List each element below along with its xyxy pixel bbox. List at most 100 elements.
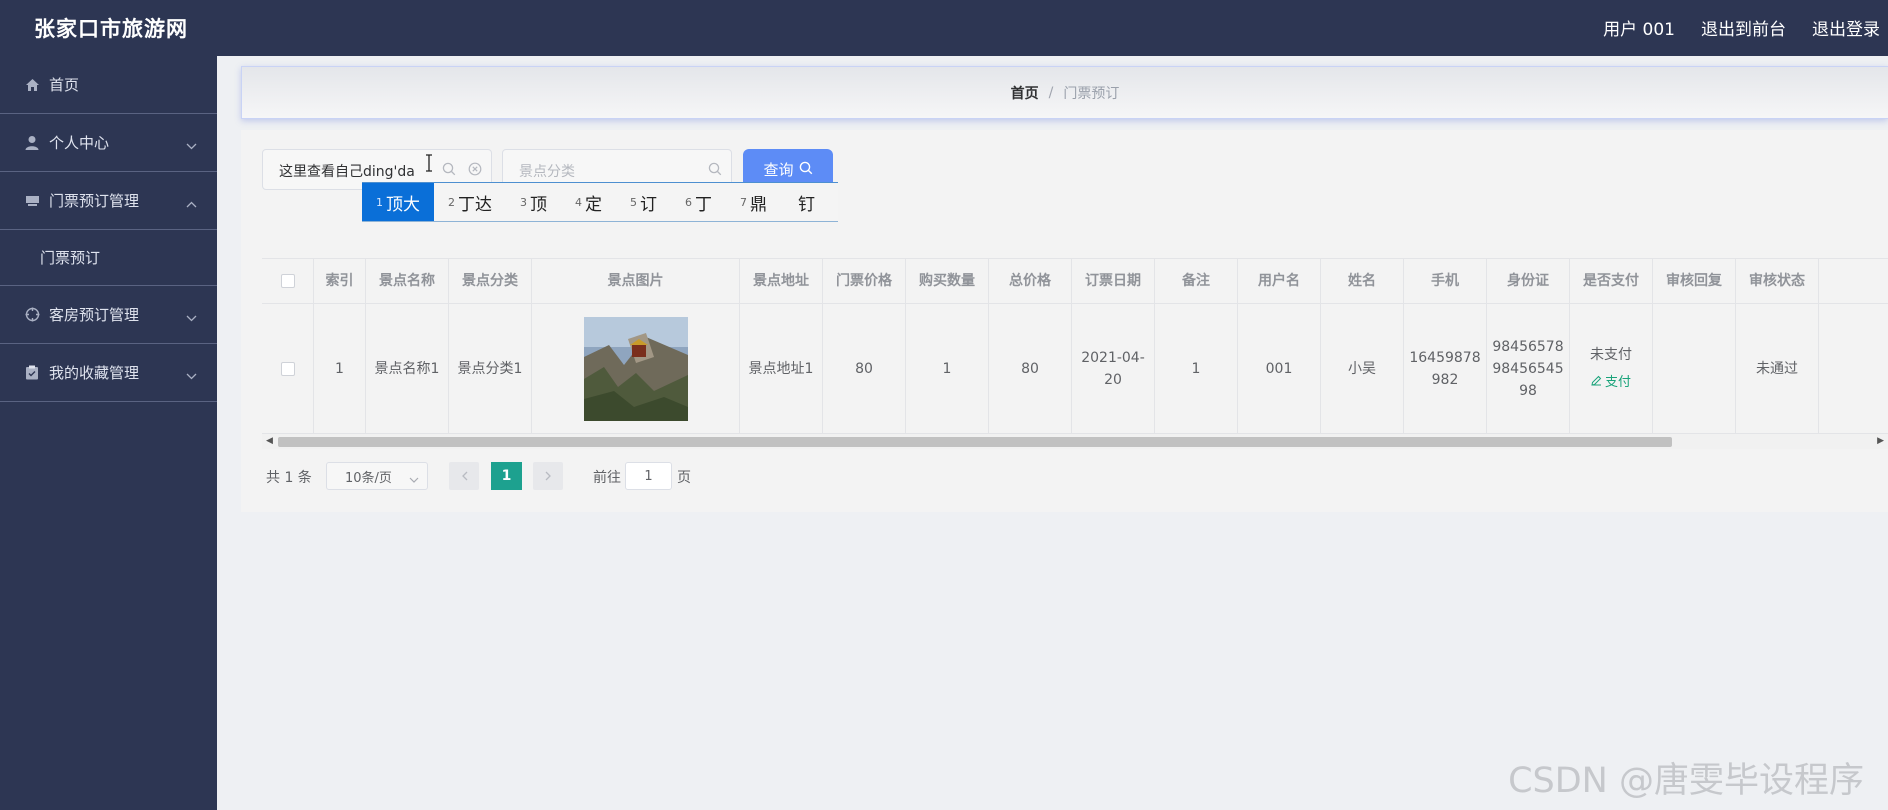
back-to-frontend-link[interactable]: 退出到前台 <box>1701 15 1786 40</box>
chevron-right-icon <box>545 471 551 481</box>
chevron-down-icon <box>186 308 197 326</box>
column-header: 身份证 <box>1487 259 1570 303</box>
table-header: 索引 景点名称 景点分类 景点图片 景点地址 门票价格 购买数量 总价格 订票日… <box>262 259 1888 304</box>
ime-candidate[interactable]: 3顶 <box>506 183 561 221</box>
top-bar: 张家口市旅游网 用户 001 退出到前台 退出登录 <box>0 0 1888 56</box>
user-link[interactable]: 用户 001 <box>1603 15 1675 40</box>
page-number-current[interactable]: 1 <box>491 462 522 490</box>
sidebar-item-label: 个人中心 <box>49 134 110 152</box>
ime-candidate-bar: 1 顶大 2 丁达 3顶 4定 5订 6丁 7鼎 钉 <box>362 182 838 222</box>
column-header: 景点图片 <box>532 259 740 303</box>
logout-link[interactable]: 退出登录 <box>1812 15 1880 40</box>
column-header: 总价格 <box>989 259 1072 303</box>
clipboard-icon <box>24 365 40 381</box>
breadcrumb-home[interactable]: 首页 <box>1011 83 1039 103</box>
ime-candidate[interactable]: 2 丁达 <box>434 183 506 221</box>
chevron-down-icon <box>186 366 197 384</box>
home-icon <box>24 77 40 93</box>
cell-actions <box>1819 304 1888 433</box>
cell-ticket-price: 80 <box>823 304 906 433</box>
cell-scenic-name: 景点名称1 <box>366 304 449 433</box>
column-header: 景点分类 <box>449 259 532 303</box>
pagination-total: 共 1 条 <box>266 470 312 486</box>
ime-candidate[interactable]: 1 顶大 <box>362 183 434 221</box>
payment-status: 未支付 <box>1590 346 1632 363</box>
select-all-checkbox[interactable] <box>280 274 295 288</box>
watermark: CSDN @唐雯毕设程序 <box>1508 761 1864 801</box>
breadcrumb-current: 门票预订 <box>1063 85 1120 102</box>
page-suffix: 页 <box>677 470 691 486</box>
sidebar-item-label: 我的收藏管理 <box>49 364 140 382</box>
scroll-right-icon[interactable]: ▶ <box>1877 436 1884 446</box>
text-cursor-icon <box>424 154 434 176</box>
sidebar-subitem-ticket-booking[interactable]: 门票预订 <box>0 230 217 286</box>
ime-candidate[interactable]: 7鼎 <box>726 183 781 221</box>
pay-button[interactable]: 支付 <box>1591 372 1631 394</box>
sidebar-item-home[interactable]: 首页 <box>0 56 217 114</box>
cell-index: 1 <box>314 304 366 433</box>
column-header: 景点名称 <box>366 259 449 303</box>
page-size-select[interactable]: 10条/页 <box>326 462 428 490</box>
sidebar-item-ticket-management[interactable]: 门票预订管理 <box>0 172 217 230</box>
search-icon <box>708 162 722 180</box>
goto-page-input[interactable]: 1 <box>625 462 672 490</box>
column-header: 门票价格 <box>823 259 906 303</box>
cell-scenic-category: 景点分类1 <box>449 304 532 433</box>
column-header: 景点地址 <box>740 259 823 303</box>
horizontal-scrollbar[interactable]: ◀ ▶ <box>262 433 1888 449</box>
goto-label: 前往 <box>593 470 621 486</box>
column-header: 姓名 <box>1321 259 1404 303</box>
scenic-photo[interactable] <box>583 316 688 421</box>
column-header: 用户名 <box>1238 259 1321 303</box>
chevron-up-icon <box>186 194 197 212</box>
column-header: 手机 <box>1404 259 1487 303</box>
prev-page-button[interactable] <box>449 462 479 490</box>
query-button-label: 查询 <box>763 161 794 179</box>
cell-note: 1 <box>1155 304 1238 433</box>
row-checkbox[interactable] <box>280 361 295 376</box>
column-header: 备注 <box>1155 259 1238 303</box>
breadcrumb-separator: / <box>1048 84 1054 101</box>
scrollbar-thumb[interactable] <box>278 437 1672 447</box>
category-placeholder: 景点分类 <box>519 164 575 180</box>
ime-candidate[interactable]: 5订 <box>616 183 671 221</box>
booking-table: 索引 景点名称 景点分类 景点图片 景点地址 门票价格 购买数量 总价格 订票日… <box>262 258 1888 449</box>
pay-button-label: 支付 <box>1604 374 1631 390</box>
target-icon <box>24 307 40 323</box>
search-icon <box>442 162 456 180</box>
cell-total-price: 80 <box>989 304 1072 433</box>
clear-icon[interactable] <box>468 162 482 180</box>
cell-booking-date: 2021-04-20 <box>1072 304 1155 433</box>
sidebar-item-favorites-management[interactable]: 我的收藏管理 <box>0 344 217 402</box>
scroll-left-icon[interactable]: ◀ <box>266 436 273 446</box>
cell-scenic-image <box>532 304 740 433</box>
edit-icon <box>1591 372 1602 394</box>
chevron-left-icon <box>461 471 467 481</box>
cell-username: 001 <box>1238 304 1321 433</box>
chevron-down-icon <box>186 136 197 154</box>
ime-candidate[interactable]: 6丁 <box>671 183 726 221</box>
column-header: 订票日期 <box>1072 259 1155 303</box>
row-checkbox-cell <box>262 304 314 433</box>
column-header: 索引 <box>314 259 366 303</box>
ime-candidate[interactable]: 钉 <box>781 183 829 221</box>
cell-payment: 未支付 支付 <box>1570 304 1653 433</box>
breadcrumb: 首页 / 门票预订 <box>241 66 1888 119</box>
cell-review-reply <box>1653 304 1736 433</box>
column-header: 审核状态 <box>1736 259 1819 303</box>
top-links: 用户 001 退出到前台 退出登录 <box>1603 15 1880 40</box>
select-all-checkbox-cell <box>262 259 314 303</box>
cell-phone: 16459878982 <box>1404 304 1487 433</box>
ime-candidate[interactable]: 4定 <box>561 183 616 221</box>
next-page-button[interactable] <box>533 462 563 490</box>
sidebar-item-room-management[interactable]: 客房预订管理 <box>0 286 217 344</box>
sidebar: 首页 个人中心 门票预订管理 门票预订 客房预订管理 我的收藏管理 <box>0 56 217 810</box>
sidebar-item-label: 首页 <box>49 76 80 94</box>
column-header <box>1819 259 1888 303</box>
user-icon <box>24 135 40 151</box>
chevron-down-icon <box>409 472 419 487</box>
column-header: 审核回复 <box>1653 259 1736 303</box>
cell-scenic-address: 景点地址1 <box>740 304 823 433</box>
cell-idcard: 984565789845654598 <box>1487 304 1570 433</box>
sidebar-item-personal-center[interactable]: 个人中心 <box>0 114 217 172</box>
